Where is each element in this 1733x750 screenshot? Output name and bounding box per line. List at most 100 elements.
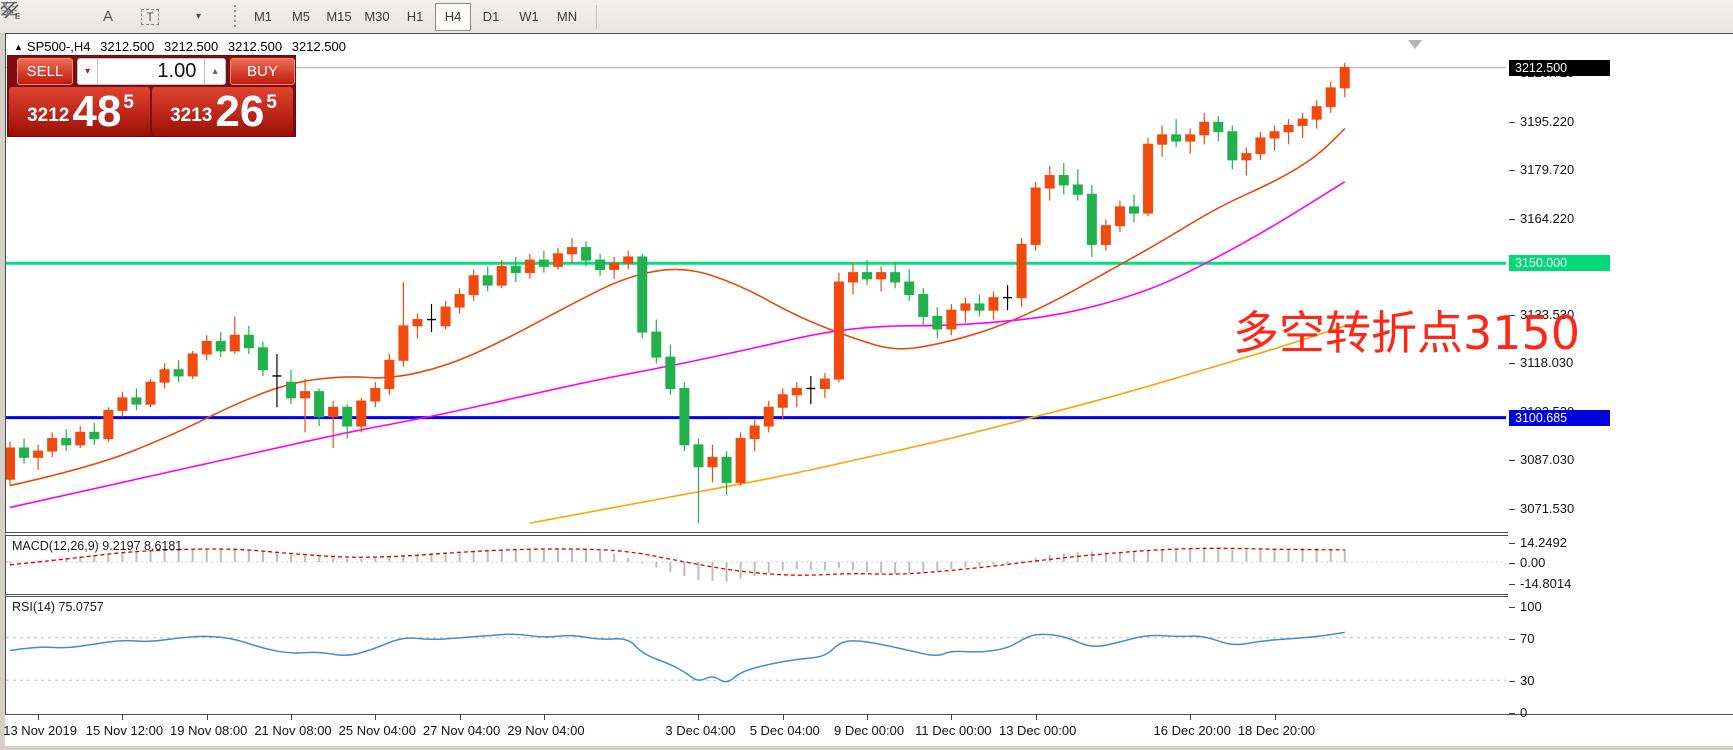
arrows-tool-button[interactable]: ▾ — [174, 3, 220, 31]
buy-price-prefix: 3213 — [170, 105, 212, 127]
time-tick-mark — [1190, 715, 1191, 720]
price-tick-mark — [1509, 509, 1515, 510]
rsi-axis-label: 0 — [1520, 705, 1527, 720]
price-tick-label: 3087.030 — [1520, 452, 1574, 467]
price-axis[interactable] — [1508, 33, 1733, 716]
support-price-label: 3100.685 — [1509, 410, 1610, 426]
time-axis[interactable]: 13 Nov 201915 Nov 12:0019 Nov 08:0021 No… — [5, 714, 1733, 746]
time-tick-mark — [867, 715, 868, 720]
spin-up-icon: ▴ — [213, 66, 218, 77]
sell-button[interactable]: SELL — [17, 58, 73, 85]
price-tick-mark — [1509, 170, 1515, 171]
rsi-tick-mark — [1509, 607, 1515, 608]
text-label-tool-button[interactable]: A — [90, 3, 126, 31]
rsi-axis-label: 100 — [1520, 599, 1542, 614]
text-box-tool-button[interactable]: T — [132, 3, 168, 31]
time-tick-mark — [38, 715, 39, 720]
dropdown-caret-icon: ▾ — [196, 11, 201, 22]
time-tick-mark — [698, 715, 699, 720]
timeframe-mn[interactable]: MN — [549, 3, 585, 31]
macd-tick-mark — [1509, 563, 1515, 564]
quote-low: 3212.500 — [228, 39, 282, 54]
top-toolbar: E F A T ▾ M1M5M15M30H1H4D1W1MN — [0, 0, 1733, 34]
quote-close: 3212.500 — [292, 39, 346, 54]
grid-tool-button[interactable]: F — [48, 3, 84, 31]
time-tick-mark — [375, 715, 376, 720]
time-tick-label: 13 Nov 2019 — [0, 723, 86, 738]
macd-tick-mark — [1509, 584, 1515, 585]
price-tick-label: 3179.720 — [1520, 162, 1574, 177]
collapse-triangle-icon[interactable]: ▲ — [14, 42, 23, 52]
spin-down-icon: ▾ — [85, 66, 90, 77]
time-tick-label: 16 Dec 20:00 — [1146, 723, 1238, 738]
rsi-tick-mark — [1509, 681, 1515, 682]
volume-decrease-button[interactable]: ▾ — [77, 58, 99, 85]
sell-price-prefix: 3212 — [27, 105, 69, 127]
one-click-trade-panel: SELL ▾ ▴ BUY 3212485 3213265 — [8, 56, 295, 136]
rsi-axis-label: 30 — [1520, 673, 1534, 688]
timeframe-h1[interactable]: H1 — [397, 3, 433, 31]
current-price-label: 3212.500 — [1509, 60, 1610, 76]
timeframe-d1[interactable]: D1 — [473, 3, 509, 31]
timeframe-h4[interactable]: H4 — [435, 3, 471, 31]
time-tick-mark — [951, 715, 952, 720]
price-tick-mark — [1509, 122, 1515, 123]
rsi-pane[interactable] — [5, 596, 1509, 715]
rsi-tick-mark — [1509, 713, 1515, 714]
rsi-tick-mark — [1509, 639, 1515, 640]
macd-axis-label: -14.8014 — [1520, 576, 1571, 591]
sell-price-big: 48 — [72, 90, 121, 134]
timeframe-m30[interactable]: M30 — [359, 3, 395, 31]
price-tick-label: 3195.220 — [1520, 114, 1574, 129]
time-tick-mark — [291, 715, 292, 720]
sell-price-sup: 5 — [123, 92, 134, 114]
macd-label: MACD(12,26,9) 9.2197 8.6181 — [12, 539, 182, 553]
annotation-note: 多空转折点3150 — [1233, 308, 1580, 359]
time-tick-label: 25 Nov 04:00 — [331, 723, 423, 738]
quote-header: ▲ SP500-,H4 3212.500 3212.500 3212.500 32… — [14, 39, 352, 54]
time-tick-label: 3 Dec 04:00 — [654, 723, 746, 738]
chart-end-marker-icon[interactable] — [1408, 40, 1422, 49]
macd-tick-mark — [1509, 543, 1515, 544]
time-tick-mark — [783, 715, 784, 720]
buy-price[interactable]: 3213265 — [152, 87, 293, 136]
macd-axis-label: 0.00 — [1520, 555, 1545, 570]
volume-increase-button[interactable]: ▴ — [204, 58, 226, 85]
time-tick-label: 13 Dec 00:00 — [992, 723, 1084, 738]
time-tick-mark — [1275, 715, 1276, 720]
price-tick-mark — [1509, 460, 1515, 461]
price-tick-label: 3164.220 — [1520, 211, 1574, 226]
symbol-period-label: SP500-,H4 — [27, 39, 91, 54]
time-tick-label: 18 Dec 20:00 — [1231, 723, 1323, 738]
toolbar-separator — [596, 5, 597, 29]
volume-input[interactable] — [98, 58, 204, 85]
rsi-label: RSI(14) 75.0757 — [12, 600, 104, 614]
price-tick-mark — [1509, 363, 1515, 364]
resistance-price-label: 3150.000 — [1509, 255, 1610, 271]
buy-button[interactable]: BUY — [230, 58, 295, 85]
time-tick-label: 9 Dec 00:00 — [823, 723, 915, 738]
quote-open: 3212.500 — [100, 39, 154, 54]
timeframe-w1[interactable]: W1 — [511, 3, 547, 31]
buy-price-big: 26 — [215, 90, 264, 134]
text-box-tool-icon: T — [141, 9, 158, 25]
timeframe-m1[interactable]: M1 — [245, 3, 281, 31]
sell-price[interactable]: 3212485 — [9, 87, 150, 136]
macd-pane[interactable] — [5, 535, 1509, 595]
time-tick-label: 11 Dec 00:00 — [907, 723, 999, 738]
text-label-tool-icon: A — [103, 8, 113, 25]
time-tick-mark — [122, 715, 123, 720]
price-tick-mark — [1509, 219, 1515, 220]
quote-high: 3212.500 — [164, 39, 218, 54]
buy-price-sup: 5 — [266, 92, 277, 114]
time-tick-label: 19 Nov 08:00 — [163, 723, 255, 738]
timeframe-m15[interactable]: M15 — [321, 3, 357, 31]
time-tick-mark — [460, 715, 461, 720]
rsi-axis-label: 70 — [1520, 631, 1534, 646]
timeframe-bar: M1M5M15M30H1H4D1W1MN — [244, 3, 586, 31]
timeframe-m5[interactable]: M5 — [283, 3, 319, 31]
time-tick-mark — [1036, 715, 1037, 720]
arrows-tool-icon — [0, 0, 16, 18]
time-tick-label: 15 Nov 12:00 — [78, 723, 170, 738]
toolbar-drag-handle[interactable] — [234, 5, 236, 29]
